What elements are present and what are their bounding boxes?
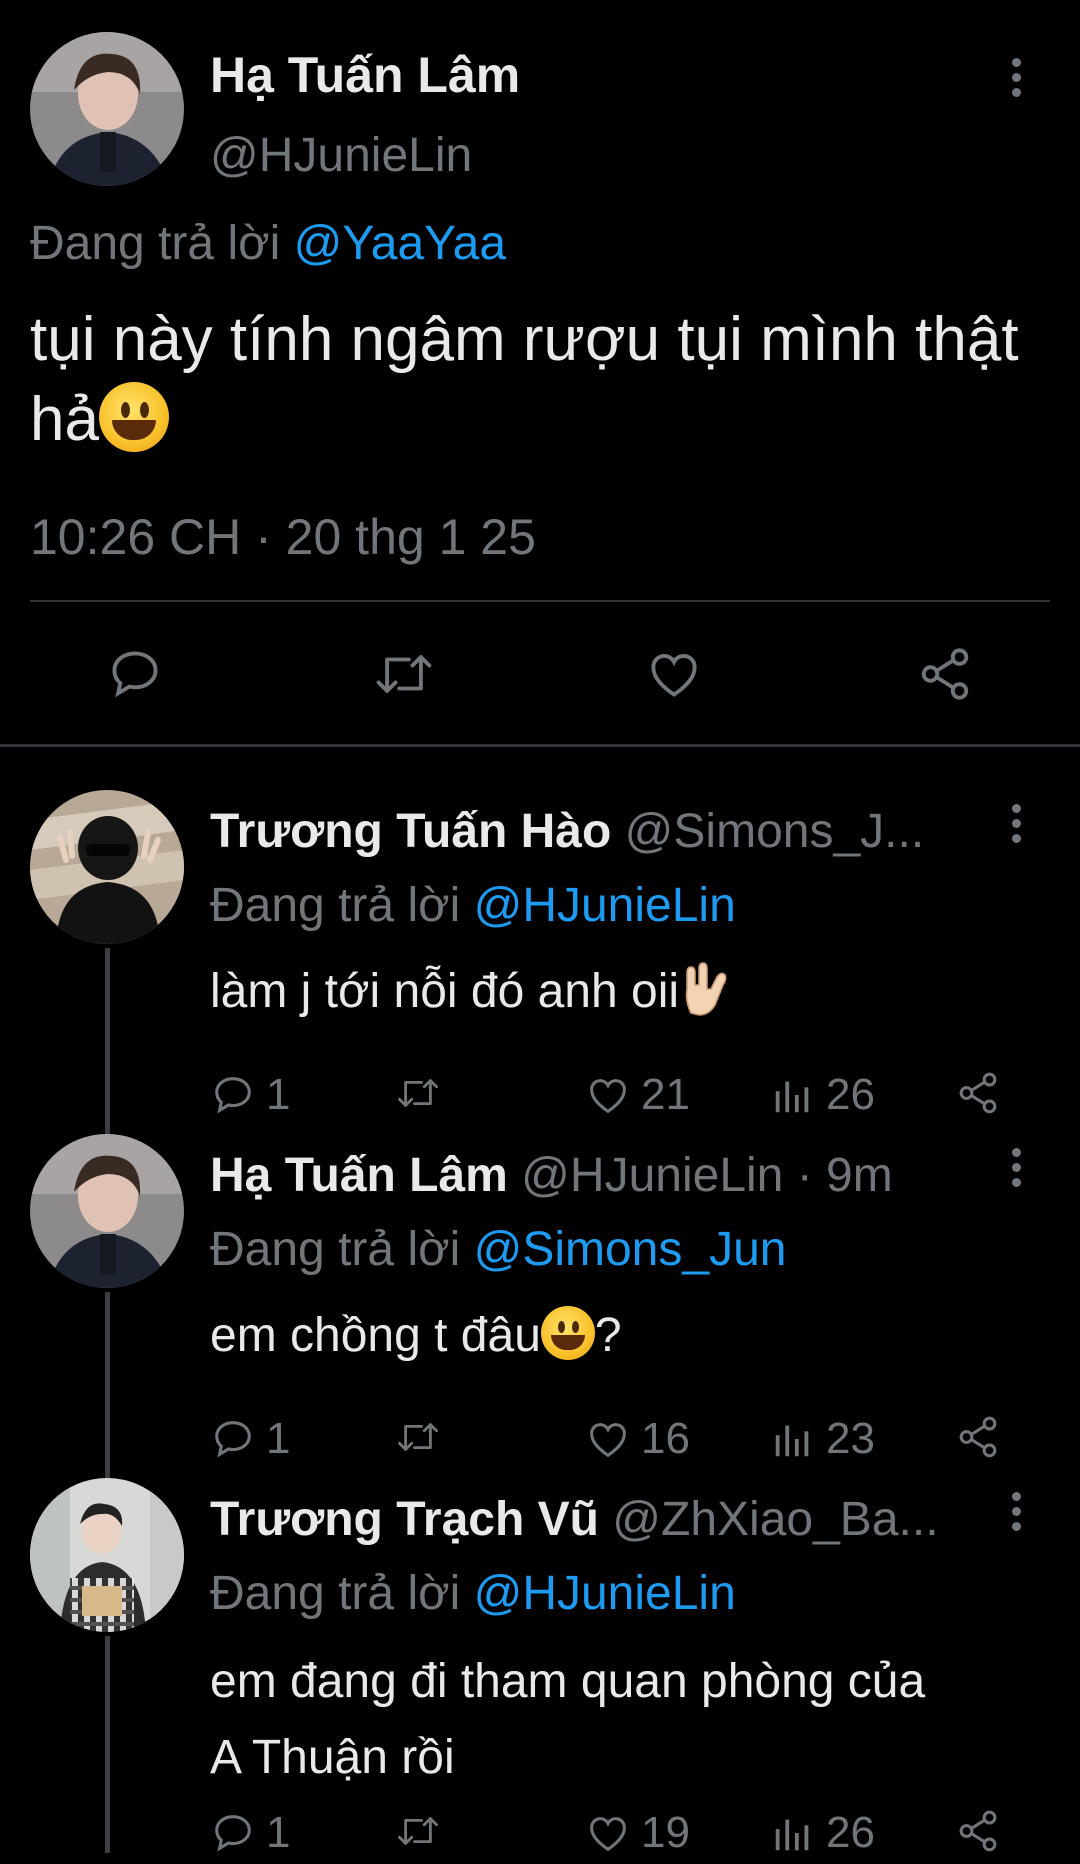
replying-to: Đang trả lời @HJunieLin bbox=[210, 878, 736, 933]
reply-tweet[interactable]: Hạ Tuấn Lâm @HJunieLin · 9m Đang trả lời… bbox=[0, 1134, 1080, 1464]
grinning-face-emoji bbox=[540, 1306, 595, 1361]
like-icon bbox=[590, 1817, 626, 1852]
retweet-icon bbox=[398, 1079, 438, 1107]
avatar[interactable] bbox=[30, 1134, 184, 1288]
like-count: 19 bbox=[641, 1808, 690, 1857]
retweet-button[interactable] bbox=[395, 1414, 451, 1460]
replying-to-link[interactable]: @Simons_Jun bbox=[474, 1223, 787, 1276]
tweet-text-suffix: ? bbox=[594, 1309, 622, 1362]
reply-button[interactable]: 1 bbox=[210, 1414, 290, 1464]
avatar[interactable] bbox=[30, 790, 184, 944]
grinning-face-emoji bbox=[98, 381, 169, 452]
author-name[interactable]: Hạ Tuấn Lâm bbox=[210, 1149, 508, 1202]
retweet-icon[interactable] bbox=[372, 645, 436, 708]
view-count: 23 bbox=[826, 1414, 875, 1463]
divider bbox=[30, 600, 1050, 602]
like-icon bbox=[590, 1423, 626, 1458]
replying-prefix: Đang trả lời bbox=[210, 1567, 461, 1620]
views-button[interactable]: 26 bbox=[770, 1070, 875, 1120]
tweet-text-content: làm j tới nỗi đó anh oii bbox=[210, 965, 680, 1018]
views-icon bbox=[775, 1425, 809, 1457]
replying-to-link[interactable]: @HJunieLin bbox=[474, 1567, 736, 1620]
reply-icon bbox=[215, 1815, 251, 1852]
tweet-text: em chồng t đâu? bbox=[210, 1300, 1050, 1372]
main-tweet: Hạ Tuấn Lâm @HJunieLin Đang trả lời @Yaa… bbox=[0, 0, 1080, 744]
avatar[interactable] bbox=[30, 1478, 184, 1632]
author-name[interactable]: Trương Trạch Vũ bbox=[210, 1493, 599, 1546]
tweet-text-line: em đang đi tham quan phòng của bbox=[210, 1655, 926, 1708]
share-icon[interactable] bbox=[916, 645, 974, 708]
view-count: 26 bbox=[826, 1808, 875, 1857]
tweet-text: làm j tới nỗi đó anh oii bbox=[210, 956, 1050, 1028]
views-icon bbox=[775, 1081, 809, 1113]
retweet-button[interactable] bbox=[395, 1808, 451, 1854]
post-time[interactable]: · 9m bbox=[797, 1149, 893, 1202]
section-divider bbox=[0, 744, 1080, 747]
reply-count: 1 bbox=[266, 1808, 291, 1857]
retweet-icon bbox=[398, 1423, 438, 1451]
author-handle[interactable]: @ZhXiao_Ba... bbox=[612, 1493, 938, 1546]
views-button[interactable]: 26 bbox=[770, 1808, 875, 1858]
share-button[interactable] bbox=[955, 1070, 1011, 1116]
reply-count: 1 bbox=[266, 1414, 291, 1463]
replying-prefix: Đang trả lời bbox=[210, 879, 461, 932]
reply-icon bbox=[215, 1421, 251, 1458]
like-icon bbox=[590, 1079, 626, 1114]
reply-tweet[interactable]: Trương Trạch Vũ @ZhXiao_Ba... Đang trả l… bbox=[0, 1478, 1080, 1857]
reply-icon bbox=[215, 1077, 251, 1114]
replying-to-link[interactable]: @YaaYaa bbox=[294, 217, 506, 270]
share-icon bbox=[959, 1416, 997, 1458]
like-button[interactable]: 21 bbox=[585, 1070, 690, 1120]
share-icon bbox=[959, 1810, 997, 1852]
more-options-icon[interactable] bbox=[1006, 804, 1026, 849]
reply-button[interactable]: 1 bbox=[210, 1808, 290, 1858]
view-count: 26 bbox=[826, 1070, 875, 1119]
timestamp[interactable]: 10:26 CH · 20 thg 1 25 bbox=[30, 508, 536, 566]
like-count: 16 bbox=[641, 1414, 690, 1463]
author-handle[interactable]: @Simons_J... bbox=[625, 805, 924, 858]
author-handle[interactable]: @HJunieLin bbox=[210, 128, 472, 183]
author-name[interactable]: Trương Tuấn Hào bbox=[210, 805, 611, 858]
author-handle[interactable]: @HJunieLin bbox=[521, 1149, 783, 1202]
replying-to: Đang trả lời @HJunieLin bbox=[210, 1566, 736, 1621]
tweet-text: tụi này tính ngâm rượu tụi mình thật hả bbox=[30, 300, 1050, 460]
author-name[interactable]: Hạ Tuấn Lâm bbox=[210, 46, 520, 104]
reply-header: Trương Tuấn Hào @Simons_J... bbox=[210, 804, 924, 859]
reply-header: Trương Trạch Vũ @ZhXiao_Ba... bbox=[210, 1492, 939, 1547]
more-options-icon[interactable] bbox=[1006, 1148, 1026, 1193]
tweet-text-content: em chồng t đâu bbox=[210, 1309, 541, 1362]
reply-count: 1 bbox=[266, 1070, 291, 1119]
replying-prefix: Đang trả lời bbox=[210, 1223, 461, 1276]
tweet-text: em đang đi tham quan phòng của A Thuận r… bbox=[210, 1644, 1050, 1796]
reply-tweet[interactable]: Trương Tuấn Hào @Simons_J... Đang trả lờ… bbox=[0, 790, 1080, 1120]
avatar[interactable] bbox=[30, 32, 184, 186]
replying-to-link[interactable]: @HJunieLin bbox=[474, 879, 736, 932]
reply-actions: 1 16 23 bbox=[210, 1414, 1060, 1470]
replying-to: Đang trả lời @Simons_Jun bbox=[210, 1222, 786, 1277]
like-icon[interactable] bbox=[645, 645, 703, 708]
more-options-icon[interactable] bbox=[1006, 1492, 1026, 1537]
tweet-text-content: tụi này tính ngâm rượu tụi mình thật hả bbox=[30, 305, 1019, 454]
love-you-gesture-emoji bbox=[685, 962, 727, 1017]
views-icon bbox=[775, 1819, 809, 1851]
like-button[interactable]: 16 bbox=[585, 1414, 690, 1464]
views-button[interactable]: 23 bbox=[770, 1414, 875, 1464]
share-button[interactable] bbox=[955, 1808, 1011, 1854]
retweet-icon bbox=[398, 1817, 438, 1845]
retweet-button[interactable] bbox=[395, 1070, 451, 1116]
reply-button[interactable]: 1 bbox=[210, 1070, 290, 1120]
replying-to: Đang trả lời @YaaYaa bbox=[30, 216, 506, 271]
reply-icon[interactable] bbox=[106, 645, 164, 708]
tweet-text-line: A Thuận rồi bbox=[210, 1731, 455, 1784]
more-options-icon[interactable] bbox=[1006, 58, 1026, 103]
share-button[interactable] bbox=[955, 1414, 1011, 1460]
reply-actions: 1 19 26 bbox=[210, 1808, 1060, 1864]
share-icon bbox=[959, 1072, 997, 1114]
reply-header: Hạ Tuấn Lâm @HJunieLin · 9m bbox=[210, 1148, 893, 1203]
replying-prefix: Đang trả lời bbox=[30, 217, 281, 270]
like-button[interactable]: 19 bbox=[585, 1808, 690, 1858]
like-count: 21 bbox=[641, 1070, 690, 1119]
reply-actions: 1 21 26 bbox=[210, 1070, 1060, 1126]
